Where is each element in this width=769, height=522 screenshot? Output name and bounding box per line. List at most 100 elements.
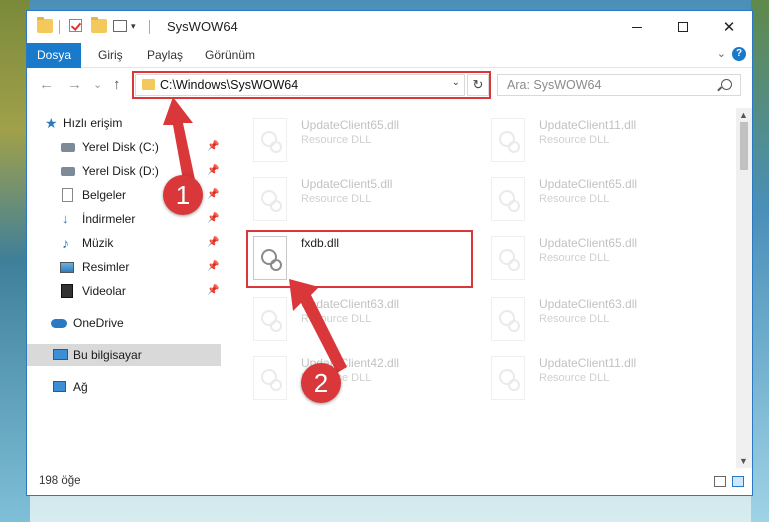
file-name: UpdateClient65.dll: [301, 118, 400, 132]
dll-file-icon: [253, 297, 287, 341]
minimize-button[interactable]: [614, 11, 660, 43]
file-item[interactable]: UpdateClient5.dll Resource DLL: [247, 173, 477, 229]
file-type: Resource DLL: [301, 134, 372, 146]
pin-icon: 📌: [207, 213, 220, 224]
recent-locations-button[interactable]: ⌄: [93, 78, 102, 91]
search-input[interactable]: Ara: SysWOW64: [497, 74, 741, 96]
file-item[interactable]: UpdateClient11.dll Resource DLL: [485, 114, 715, 170]
maximize-icon: [678, 22, 688, 32]
document-icon: [62, 188, 73, 202]
video-icon: [61, 284, 73, 298]
file-name: UpdateClient63.dll: [539, 297, 638, 311]
divider: [149, 20, 150, 34]
file-type: Resource DLL: [539, 313, 610, 325]
sidebar-item-label: Müzik: [82, 236, 114, 250]
cloud-icon: [51, 319, 67, 328]
file-item[interactable]: UpdateClient65.dll Resource DLL: [247, 114, 477, 170]
file-type: Resource DLL: [539, 193, 610, 205]
file-name: UpdateClient11.dll: [539, 118, 637, 132]
status-bar: 198 öğe: [27, 469, 752, 495]
sidebar-item-pictures[interactable]: Resimler 📌: [27, 256, 221, 278]
sidebar-item-label: Ağ: [73, 380, 88, 394]
computer-icon: [53, 349, 68, 360]
dll-file-icon: [491, 236, 525, 280]
file-name: UpdateClient65.dll: [539, 177, 638, 191]
sidebar-item-videos[interactable]: Videolar 📌: [27, 280, 221, 302]
sidebar-item-this-pc[interactable]: Bu bilgisayar: [27, 344, 221, 366]
window-title: SysWOW64: [167, 19, 238, 34]
sidebar-item-network[interactable]: Ağ: [27, 376, 221, 398]
sidebar-item-label: Belgeler: [82, 188, 127, 202]
download-icon: ↓: [62, 211, 69, 226]
ribbon-tabs: Dosya Giriş Paylaş Görünüm ⌄ ?: [27, 43, 752, 99]
sidebar-item-label: Resimler: [82, 260, 130, 274]
network-icon: [53, 381, 66, 392]
forward-button[interactable]: →: [67, 76, 82, 93]
properties-icon[interactable]: [69, 19, 82, 32]
dll-file-icon: [253, 118, 287, 162]
vertical-scrollbar[interactable]: ▲ ▼: [736, 108, 752, 468]
file-type: Resource DLL: [539, 372, 610, 384]
dll-file-icon: [491, 177, 525, 221]
close-icon: ✕: [722, 19, 736, 36]
scroll-up-icon[interactable]: ▲: [739, 110, 748, 120]
sidebar-item-label: Bu bilgisayar: [73, 348, 142, 362]
file-name: UpdateClient11.dll: [539, 356, 637, 370]
folder-icon: [37, 17, 53, 33]
up-button[interactable]: ↑: [113, 76, 121, 93]
customize-toolbar-icon[interactable]: [113, 20, 127, 32]
file-item[interactable]: UpdateClient63.dll Resource DLL: [247, 293, 477, 349]
details-view-icon[interactable]: [714, 476, 726, 487]
sidebar-item-label: Yerel Disk (D:): [82, 164, 159, 178]
pin-icon: 📌: [207, 261, 220, 272]
chevron-down-icon[interactable]: ▾: [131, 21, 147, 35]
large-icons-view-icon[interactable]: [732, 476, 744, 487]
address-highlight-box: [132, 71, 491, 99]
dll-file-icon: [253, 356, 287, 400]
file-name: UpdateClient65.dll: [539, 236, 638, 250]
sidebar-item-label: İndirmeler: [82, 212, 136, 226]
file-item[interactable]: UpdateClient65.dll Resource DLL: [485, 173, 715, 229]
expand-ribbon-icon[interactable]: ⌄: [717, 47, 726, 60]
help-icon[interactable]: ?: [732, 47, 746, 61]
item-count: 198 öğe: [39, 475, 81, 487]
sidebar-item-label: Yerel Disk (C:): [82, 140, 159, 154]
back-button[interactable]: ←: [39, 76, 54, 93]
star-icon: ★: [45, 115, 58, 131]
sidebar-item-label: Hızlı erişim: [63, 116, 123, 130]
pictures-icon: [60, 262, 74, 273]
file-item[interactable]: UpdateClient42.dll Resource DLL: [247, 352, 477, 408]
pin-icon: 📌: [207, 237, 220, 248]
dll-file-icon: [491, 297, 525, 341]
file-item[interactable]: UpdateClient11.dll Resource DLL: [485, 352, 715, 408]
disk-icon: [61, 167, 75, 176]
dll-file-icon: [491, 356, 525, 400]
title-bar: ▾ SysWOW64 ✕: [27, 11, 752, 43]
file-explorer-window: ▾ SysWOW64 ✕ Dosya Giriş Paylaş Görünüm …: [26, 10, 753, 496]
sidebar-item-onedrive[interactable]: OneDrive: [27, 312, 221, 334]
maximize-button[interactable]: [660, 11, 706, 43]
close-button[interactable]: ✕: [706, 11, 752, 43]
scroll-down-icon[interactable]: ▼: [739, 456, 748, 466]
file-name: UpdateClient5.dll: [301, 177, 393, 191]
dll-file-icon: [491, 118, 525, 162]
tab-share[interactable]: Paylaş: [147, 43, 183, 67]
annotation-badge-1: 1: [163, 175, 203, 215]
file-type: Resource DLL: [539, 134, 610, 146]
desktop-background-right: [751, 0, 769, 522]
scrollbar-thumb[interactable]: [740, 122, 748, 170]
minimize-icon: [632, 26, 642, 28]
pin-icon: 📌: [207, 285, 220, 296]
file-item[interactable]: UpdateClient65.dll Resource DLL: [485, 232, 715, 288]
tab-home[interactable]: Giriş: [98, 43, 123, 67]
sidebar-item-music[interactable]: ♪ Müzik 📌: [27, 232, 221, 254]
divider: [59, 20, 60, 34]
new-folder-icon[interactable]: [91, 17, 107, 33]
music-icon: ♪: [62, 235, 69, 251]
search-icon: [721, 79, 732, 90]
file-type: Resource DLL: [539, 252, 610, 264]
sidebar-item-label: Videolar: [82, 284, 126, 298]
sidebar-item-label: OneDrive: [73, 316, 124, 330]
tab-view[interactable]: Görünüm: [205, 43, 255, 67]
file-item[interactable]: UpdateClient63.dll Resource DLL: [485, 293, 715, 349]
